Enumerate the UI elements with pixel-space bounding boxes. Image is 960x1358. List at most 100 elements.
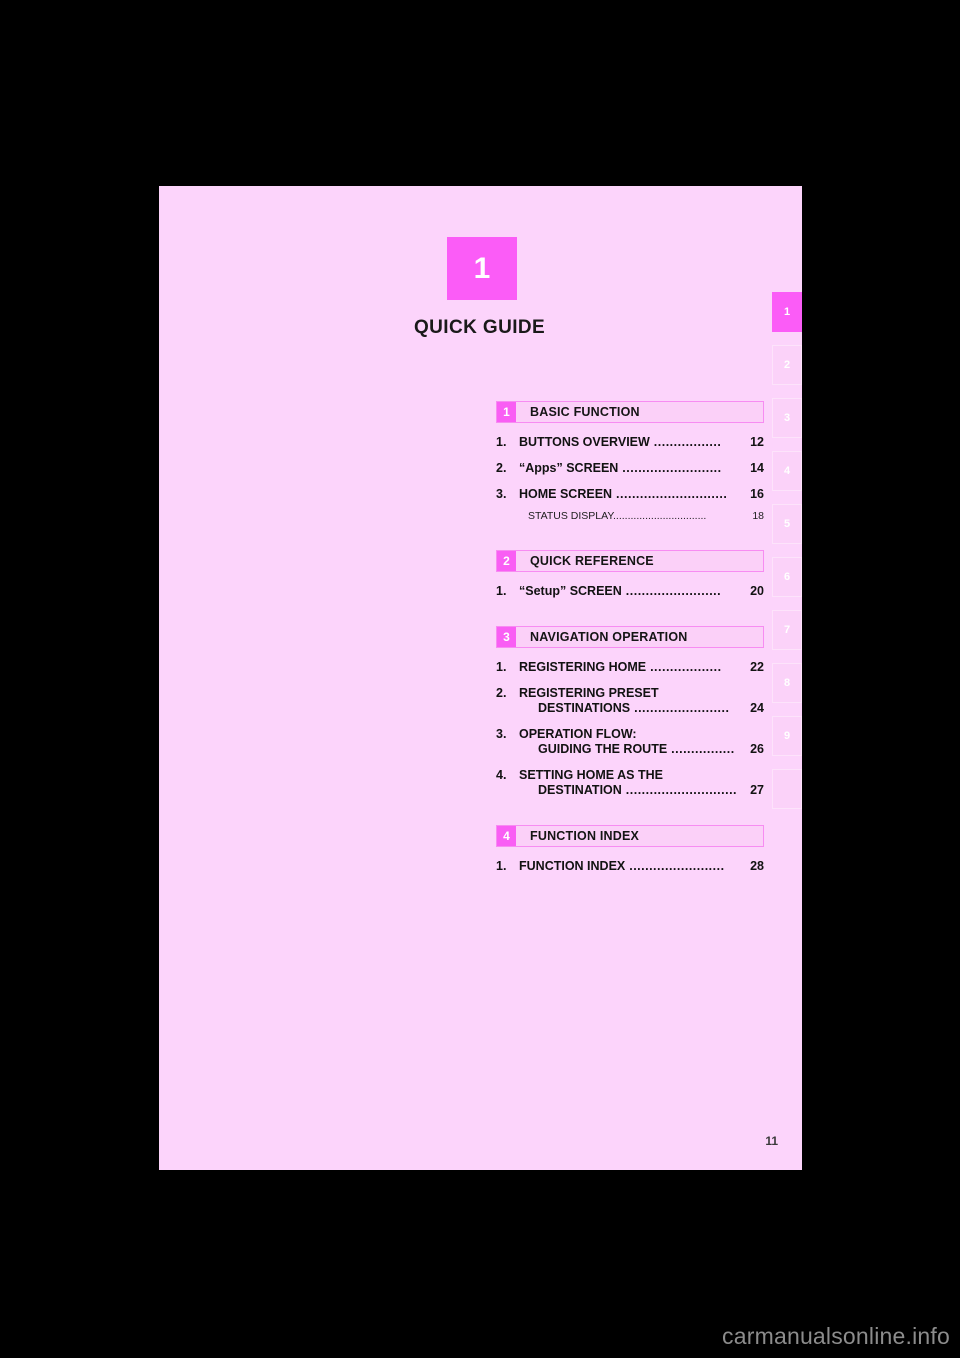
toc-entry-page: 14 <box>750 461 764 475</box>
toc-entry[interactable]: 1. FUNCTION INDEX .......................… <box>496 859 764 874</box>
toc-entry-title-line1: OPERATION FLOW: <box>519 727 637 741</box>
toc-section-header: 2 QUICK REFERENCE <box>496 550 764 572</box>
toc-entry-page: 24 <box>750 701 764 715</box>
toc-entry[interactable]: 4. SETTING HOME AS THE DESTINATION .......… <box>496 768 764 798</box>
toc-entry-index: 3. <box>496 727 507 741</box>
toc-entry-index: 1. <box>496 584 507 598</box>
toc-entry-title-line1: REGISTERING PRESET <box>519 686 659 700</box>
toc-entry-title-line2: DESTINATION ............................… <box>538 783 764 798</box>
chapter-tab-blank[interactable] <box>772 769 802 809</box>
toc-entry-title-text: DESTINATIONS <box>538 701 631 715</box>
toc-entry-index: 1. <box>496 859 507 873</box>
toc-entry-body: OPERATION FLOW: GUIDING THE ROUTE .......… <box>519 727 764 757</box>
toc-entry-body: REGISTERING HOME .................. 22 <box>519 660 764 675</box>
chapter-tab-strip: 1 2 3 4 5 6 7 8 9 <box>772 292 802 822</box>
chapter-tab-7[interactable]: 7 <box>772 610 802 650</box>
toc-section-number: 2 <box>497 551 516 571</box>
toc-entry-page: 28 <box>750 859 764 873</box>
toc-entry-title-line1: “Setup” SCREEN ........................ 2… <box>519 584 764 599</box>
toc-entry-title-text: FUNCTION INDEX <box>519 859 626 873</box>
toc-entry[interactable]: 1. BUTTONS OVERVIEW ................. 12 <box>496 435 764 450</box>
toc-leader-dots: ........................ <box>621 584 722 598</box>
watermark: carmanualsonline.info <box>722 1323 950 1349</box>
toc-subentry-title: STATUS DISPLAY <box>528 510 613 522</box>
toc-subentry-leader-dots: ................................ <box>613 510 707 522</box>
toc-section-number: 1 <box>497 402 516 422</box>
toc-entry[interactable]: 3. HOME SCREEN ..........................… <box>496 487 764 502</box>
toc-entry-body: “Setup” SCREEN ........................ 2… <box>519 584 764 599</box>
toc-entry-title-line1: FUNCTION INDEX ........................ 2… <box>519 859 764 874</box>
toc-entry-page: 22 <box>750 660 764 674</box>
toc-entry-index: 2. <box>496 686 507 700</box>
toc-entry-body: SETTING HOME AS THE DESTINATION .........… <box>519 768 764 798</box>
toc-entry-body: “Apps” SCREEN ......................... 1… <box>519 461 764 476</box>
toc-entry[interactable]: 3. OPERATION FLOW: GUIDING THE ROUTE .....… <box>496 727 764 757</box>
toc-entry-body: BUTTONS OVERVIEW ................. 12 <box>519 435 764 450</box>
toc-entry-page: 20 <box>750 584 764 598</box>
toc-entry-body: HOME SCREEN ............................… <box>519 487 764 502</box>
toc-entry-title-line1: BUTTONS OVERVIEW ................. 12 <box>519 435 764 450</box>
table-of-contents: 1 BASIC FUNCTION 1. BUTTONS OVERVIEW ......… <box>496 401 764 885</box>
toc-entry-title-line2: DESTINATIONS ........................ 24 <box>538 701 764 716</box>
chapter-tab-6[interactable]: 6 <box>772 557 802 597</box>
toc-entry-page: 26 <box>750 742 764 756</box>
toc-entry-title-text: “Apps” SCREEN <box>519 461 619 475</box>
toc-section-number: 4 <box>497 826 516 846</box>
toc-entry-body: REGISTERING PRESET DESTINATIONS .........… <box>519 686 764 716</box>
toc-entry-page: 16 <box>750 487 764 501</box>
toc-entry-title-line1: REGISTERING HOME .................. 22 <box>519 660 764 675</box>
toc-leader-dots: ................. <box>649 435 722 449</box>
toc-leader-dots: ......................... <box>618 461 722 475</box>
chapter-tab-2[interactable]: 2 <box>772 345 802 385</box>
page-number: 11 <box>765 1134 778 1148</box>
toc-leader-dots: .................. <box>646 660 722 674</box>
toc-entry-index: 1. <box>496 435 507 449</box>
toc-section-header: 1 BASIC FUNCTION <box>496 401 764 423</box>
toc-entry-index: 4. <box>496 768 507 782</box>
toc-entry-title-line1: SETTING HOME AS THE <box>519 768 663 782</box>
toc-section-label: FUNCTION INDEX <box>530 829 640 843</box>
toc-subentry[interactable]: STATUS DISPLAY..........................… <box>528 509 764 523</box>
toc-entry-title-text: HOME SCREEN <box>519 487 613 501</box>
page-title: QUICK GUIDE <box>414 317 546 338</box>
toc-entry-title-text: BUTTONS OVERVIEW <box>519 435 650 449</box>
toc-entry-title-text: “Setup” SCREEN <box>519 584 622 598</box>
toc-leader-dots: ............................ <box>612 487 728 501</box>
toc-entry-index: 3. <box>496 487 507 501</box>
toc-section-label: NAVIGATION OPERATION <box>530 630 688 644</box>
chapter-number-badge: 1 <box>447 237 517 300</box>
toc-section-header: 3 NAVIGATION OPERATION <box>496 626 764 648</box>
toc-entry[interactable]: 1. REGISTERING HOME .................. 22 <box>496 660 764 675</box>
toc-entry-title-line2: GUIDING THE ROUTE ................ 26 <box>538 742 764 757</box>
toc-entry-title-text: REGISTERING HOME <box>519 660 647 674</box>
chapter-tab-5[interactable]: 5 <box>772 504 802 544</box>
toc-leader-dots: ........................ <box>630 701 730 715</box>
toc-entry[interactable]: 2. REGISTERING PRESET DESTINATIONS .......… <box>496 686 764 716</box>
toc-leader-dots: ........................ <box>625 859 725 873</box>
toc-entry-title-line1: “Apps” SCREEN ......................... 1… <box>519 461 764 476</box>
toc-entry-index: 1. <box>496 660 507 674</box>
toc-entry-page: 12 <box>750 435 764 449</box>
manual-page: 1 QUICK GUIDE 1 BASIC FUNCTION 1. BUTTONS O… <box>159 186 802 1170</box>
toc-entry-body: FUNCTION INDEX ........................ 2… <box>519 859 764 874</box>
toc-section-number: 3 <box>497 627 516 647</box>
toc-section-label: BASIC FUNCTION <box>530 405 640 419</box>
chapter-tab-9[interactable]: 9 <box>772 716 802 756</box>
chapter-tab-3[interactable]: 3 <box>772 398 802 438</box>
toc-entry-title-text: DESTINATION <box>538 783 622 797</box>
toc-leader-dots: ............................ <box>621 783 738 797</box>
toc-subentry-page: 18 <box>752 510 764 522</box>
toc-section-label: QUICK REFERENCE <box>530 554 654 568</box>
chapter-tab-8[interactable]: 8 <box>772 663 802 703</box>
toc-entry[interactable]: 1. “Setup” SCREEN .......................… <box>496 584 764 599</box>
toc-entry-title-text: GUIDING THE ROUTE <box>538 742 668 756</box>
toc-entry[interactable]: 2. “Apps” SCREEN ........................… <box>496 461 764 476</box>
toc-entry-page: 27 <box>750 783 764 797</box>
chapter-tab-1[interactable]: 1 <box>772 292 802 332</box>
toc-section-header: 4 FUNCTION INDEX <box>496 825 764 847</box>
toc-entry-index: 2. <box>496 461 507 475</box>
chapter-tab-4[interactable]: 4 <box>772 451 802 491</box>
